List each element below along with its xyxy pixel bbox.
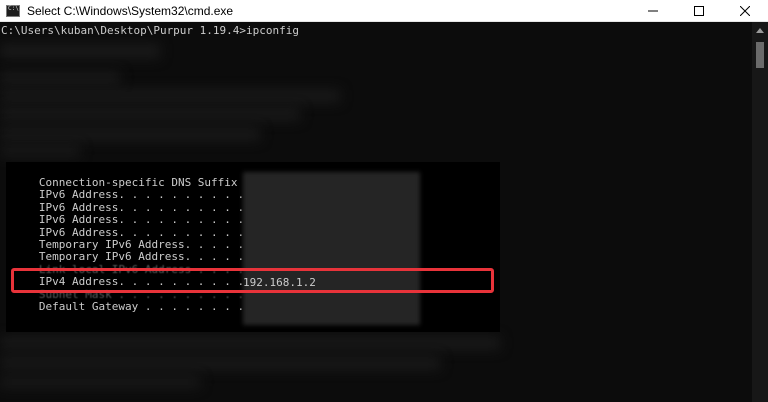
blurred-values	[243, 172, 420, 325]
console-output[interactable]: C:\Users\kuban\Desktop\Purpur 1.19.4>ipc…	[0, 22, 752, 402]
blurred-region	[0, 90, 340, 102]
vertical-scrollbar[interactable]	[752, 22, 768, 402]
maximize-button[interactable]	[676, 0, 722, 22]
scroll-thumb[interactable]	[756, 42, 764, 68]
blurred-region	[0, 377, 200, 387]
chevron-up-icon	[756, 28, 764, 33]
blurred-region	[0, 146, 80, 156]
maximize-icon	[694, 6, 704, 16]
command-prompt: C:\Users\kuban\Desktop\Purpur 1.19.4>ipc…	[1, 24, 300, 37]
close-button[interactable]	[722, 0, 768, 22]
blurred-region	[0, 108, 300, 120]
cmd-icon[interactable]	[6, 4, 20, 17]
blurred-region	[0, 357, 440, 369]
blurred-region	[0, 72, 120, 84]
minimize-icon	[648, 10, 658, 12]
ipv4-highlight-box	[11, 268, 494, 293]
cmd-window: Select C:\Windows\System32\cmd.exe C:\U	[0, 0, 768, 402]
minimize-button[interactable]	[630, 0, 676, 22]
blurred-region	[0, 44, 160, 58]
caption-buttons	[630, 0, 768, 22]
blurred-region	[0, 337, 500, 349]
title-bar[interactable]: Select C:\Windows\System32\cmd.exe	[0, 0, 768, 22]
close-icon	[740, 6, 750, 16]
scroll-up-button[interactable]	[752, 22, 768, 39]
blurred-region	[0, 128, 260, 140]
list-item: Default Gateway . . . . . . . . . :	[19, 299, 271, 313]
window-title: Select C:\Windows\System32\cmd.exe	[27, 3, 234, 18]
